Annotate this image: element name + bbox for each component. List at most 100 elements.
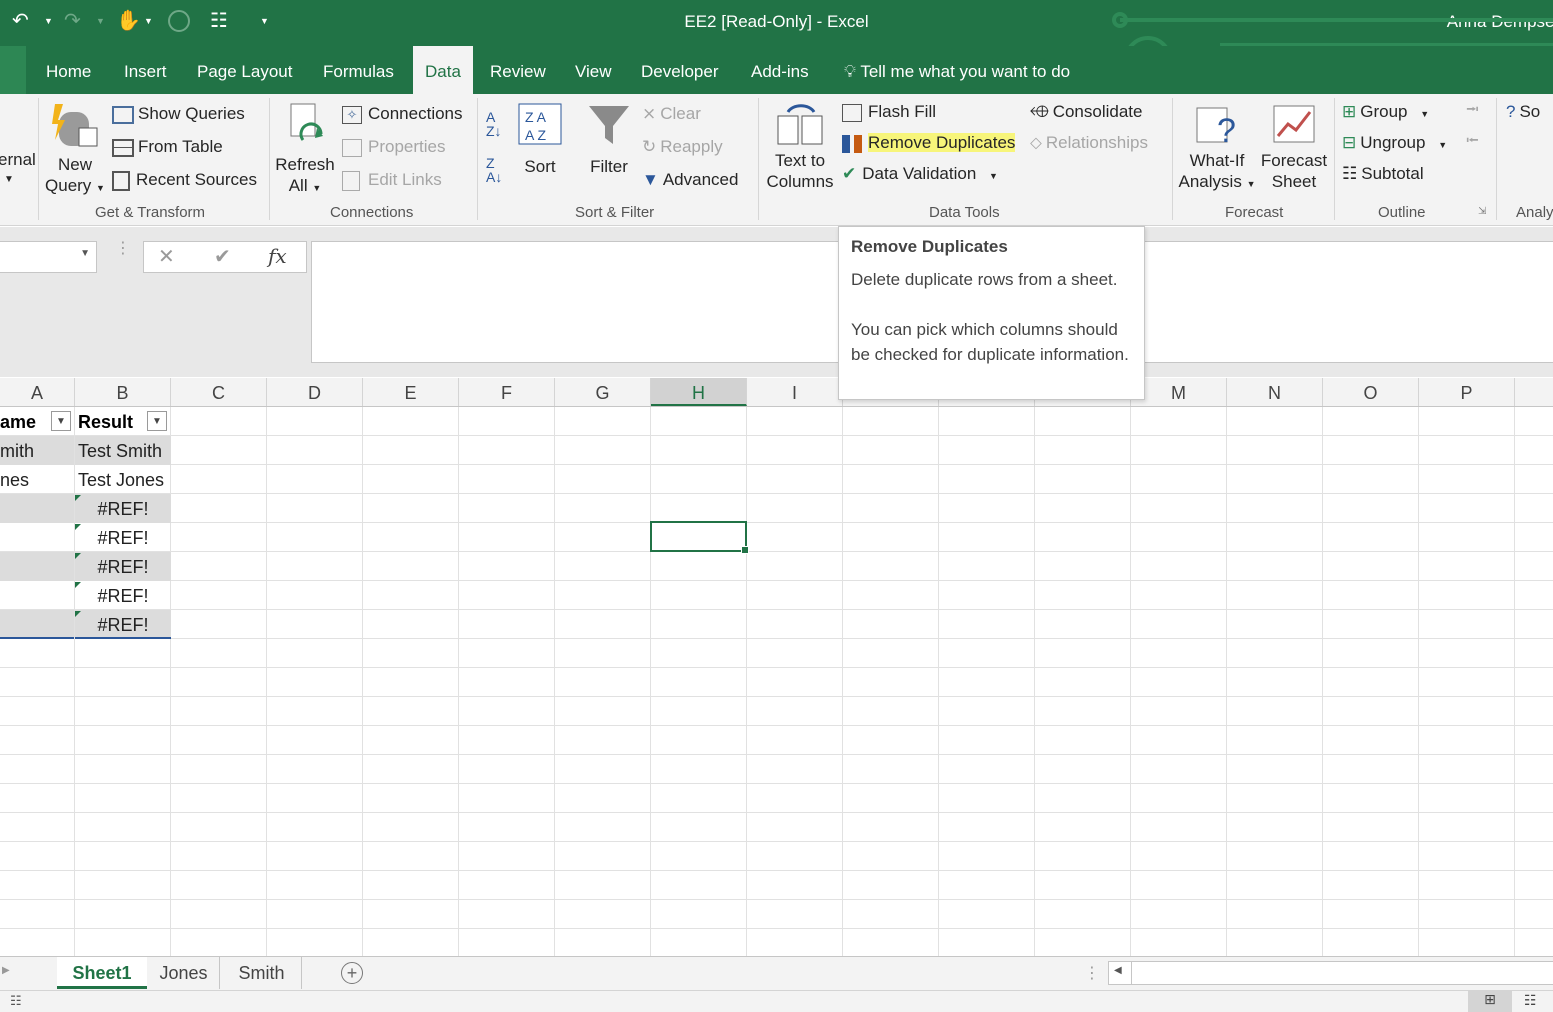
name-box[interactable]: ▼ (0, 241, 97, 273)
sheet-tab-sheet1[interactable]: Sheet1 (57, 957, 147, 989)
forecast-chart-icon (1273, 105, 1315, 143)
flash-fill-button[interactable]: Flash Fill (842, 102, 936, 122)
filter-button[interactable]: Filter (584, 102, 634, 178)
cell-b4[interactable]: #REF! (75, 494, 171, 523)
scrollbar-divider (1131, 962, 1132, 984)
sheet-tab-smith[interactable]: Smith (222, 957, 302, 989)
cell-b3[interactable]: Test Jones (75, 465, 171, 494)
cell-b7[interactable]: #REF! (75, 581, 171, 610)
what-if-icon: ? (1196, 107, 1236, 150)
consolidate-button[interactable]: ⬲ Consolidate (1030, 102, 1142, 122)
reapply-button: ↻ Reapply (642, 137, 723, 156)
subtotal-icon: ☷ (1342, 164, 1358, 183)
col-header-f[interactable]: F (459, 378, 555, 406)
refresh-label-1: Refresh (275, 155, 335, 175)
recent-sources-button[interactable]: Recent Sources (112, 170, 257, 191)
tab-home[interactable]: Home (46, 46, 91, 94)
col-header-d[interactable]: D (267, 378, 363, 406)
get-external-dropdown-icon[interactable]: ▼ (4, 174, 14, 186)
cell-a3[interactable]: nes (0, 465, 74, 494)
forecast-sheet-button[interactable]: Forecast Sheet (1258, 102, 1330, 192)
cell-a8[interactable] (0, 610, 74, 639)
new-sheet-icon[interactable]: + (341, 962, 363, 984)
col-header-a[interactable]: A (0, 378, 75, 406)
tooltip-title: Remove Duplicates (851, 237, 1008, 256)
col-header-b[interactable]: B (75, 378, 171, 406)
cancel-icon[interactable]: ✕ (158, 244, 175, 269)
subtotal-button[interactable]: ☷ Subtotal (1342, 164, 1424, 184)
remove-duplicates-label: Remove Duplicates (868, 133, 1016, 152)
text-to-columns-button[interactable]: Text to Columns (762, 102, 838, 192)
sort-button[interactable]: Z A A Z Sort (514, 102, 566, 178)
col-header-e[interactable]: E (363, 378, 459, 406)
remove-duplicates-button[interactable]: Remove Duplicates (842, 133, 1016, 153)
scroll-tabs-left-icon[interactable]: ▶ (2, 965, 10, 976)
name-box-dropdown-icon[interactable]: ▼ (80, 248, 90, 259)
cell-a7[interactable] (0, 581, 74, 610)
tab-data[interactable]: Data (413, 46, 473, 94)
filter-dropdown-icon[interactable]: ▼ (51, 411, 71, 431)
horizontal-scrollbar[interactable]: ◀ (1108, 961, 1553, 985)
sort-z-to-a-button[interactable]: Z A↓ (486, 156, 502, 184)
col-header-n[interactable]: N (1227, 378, 1323, 406)
group-analysis: Analy (1516, 204, 1553, 221)
cell-b5[interactable]: #REF! (75, 523, 171, 552)
show-queries-icon (112, 105, 134, 124)
remove-duplicates-icon (842, 134, 862, 153)
worksheet-grid[interactable]: ame ▼ Result ▼ mith Test Smith nes Test … (0, 407, 1553, 956)
what-if-analysis-button[interactable]: ? What-If Analysis ▼ (1176, 102, 1258, 192)
insert-function-icon[interactable]: fx (268, 244, 287, 268)
separator (1334, 98, 1335, 220)
from-table-button[interactable]: From Table (112, 137, 223, 157)
col-header-h[interactable]: H (651, 378, 747, 406)
tab-insert[interactable]: Insert (124, 46, 167, 94)
macro-recording-icon[interactable]: ☷ (10, 993, 22, 1009)
ungroup-button[interactable]: ⊟ Ungroup ▼ (1342, 133, 1447, 153)
page-layout-view-icon[interactable]: ☷ (1524, 992, 1537, 1009)
col-header-p[interactable]: P (1419, 378, 1515, 406)
get-external-data-button[interactable]: ernal (0, 150, 36, 170)
tab-add-ins[interactable]: Add-ins (751, 46, 809, 94)
tab-developer[interactable]: Developer (641, 46, 719, 94)
tab-view[interactable]: View (575, 46, 612, 94)
col-header-m[interactable]: M (1131, 378, 1227, 406)
col-header-c[interactable]: C (171, 378, 267, 406)
tell-me-box[interactable]: 💡︎ Tell me what you want to do (844, 46, 1070, 94)
tab-split-grip-icon[interactable]: ⋮ (1084, 963, 1100, 983)
enter-icon[interactable]: ✔ (214, 244, 231, 269)
refresh-label-2: All ▼ (288, 175, 322, 195)
scroll-left-icon[interactable]: ◀ (1114, 965, 1122, 976)
group-button[interactable]: ⊞ Group ▼ (1342, 102, 1429, 122)
normal-view-icon[interactable]: ⊞ (1468, 991, 1512, 1012)
separator (1496, 98, 1497, 220)
sheet-tab-jones[interactable]: Jones (148, 957, 220, 989)
tab-page-layout[interactable]: Page Layout (197, 46, 292, 94)
cell-a5[interactable] (0, 523, 74, 552)
col-header-o[interactable]: O (1323, 378, 1419, 406)
refresh-all-button[interactable]: Refresh All ▼ (274, 100, 336, 196)
filter-funnel-icon (589, 106, 629, 144)
sort-a-to-z-button[interactable]: A Z↓ (486, 110, 502, 138)
show-queries-button[interactable]: Show Queries (112, 104, 245, 124)
cell-b2[interactable]: Test Smith (75, 436, 171, 465)
filter-dropdown-icon[interactable]: ▼ (147, 411, 167, 431)
cell-a2[interactable]: mith (0, 436, 74, 465)
connections-button[interactable]: ✧ Connections (342, 104, 463, 124)
cell-b6[interactable]: #REF! (75, 552, 171, 581)
col-header-i[interactable]: I (747, 378, 843, 406)
file-tab[interactable] (0, 46, 26, 94)
advanced-button[interactable]: ▼ Advanced (642, 170, 738, 190)
group-connections: Connections (330, 204, 414, 221)
solver-button[interactable]: ? So (1506, 102, 1540, 122)
cell-a4[interactable] (0, 494, 74, 523)
selected-cell-h5[interactable] (650, 521, 749, 554)
tab-formulas[interactable]: Formulas (323, 46, 394, 94)
cell-a6[interactable] (0, 552, 74, 581)
tab-review[interactable]: Review (490, 46, 546, 94)
formula-bar-grip-icon[interactable]: ⋮ (115, 241, 131, 257)
cell-b8[interactable]: #REF! (75, 610, 171, 639)
outline-settings-icon[interactable]: ⇲ (1478, 206, 1486, 218)
data-validation-button[interactable]: ✔ Data Validation ▼ (842, 164, 998, 184)
new-query-button[interactable]: New Query ▼ (44, 100, 106, 196)
col-header-g[interactable]: G (555, 378, 651, 406)
